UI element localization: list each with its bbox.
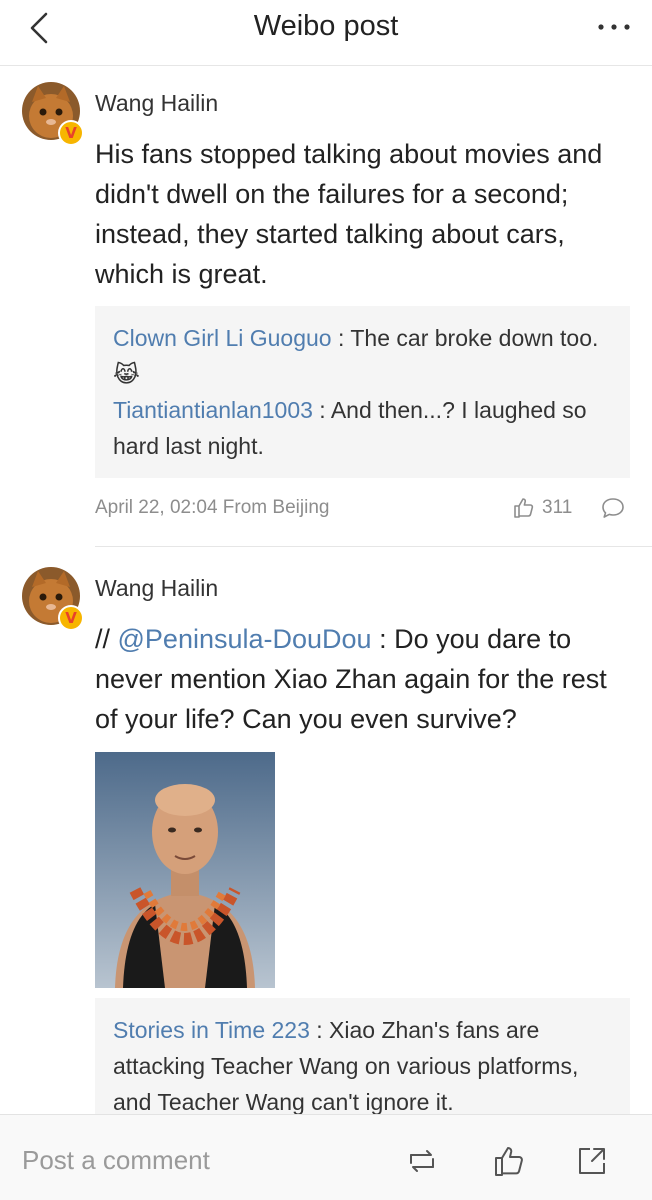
verified-badge-icon: V <box>58 605 84 631</box>
comment-preview[interactable]: Stories in Time 223 : Xiao Zhan's fans a… <box>95 998 630 1114</box>
more-button[interactable] <box>594 12 634 42</box>
avatar[interactable]: V <box>22 567 84 631</box>
comment-user[interactable]: Tiantiantianlan1003 <box>113 397 313 423</box>
more-dots-icon <box>598 24 630 30</box>
divider <box>95 546 652 547</box>
repost-button[interactable] <box>404 1143 440 1179</box>
username[interactable]: Wang Hailin <box>95 575 218 602</box>
post-text: His fans stopped talking about movies an… <box>95 139 603 289</box>
mention-link[interactable]: @Peninsula-DouDou <box>118 624 372 654</box>
comment-item: Tiantiantianlan1003 : And then...? I lau… <box>113 397 587 459</box>
repost-icon <box>410 1150 434 1172</box>
like-count: 311 <box>542 497 573 518</box>
post-meta: April 22, 02:04 From Beijing <box>95 497 330 518</box>
share-button[interactable] <box>574 1143 610 1179</box>
comment-input[interactable]: Post a comment <box>22 1145 210 1176</box>
post-image[interactable] <box>95 752 275 988</box>
bottom-bar: Post a comment <box>0 1114 652 1200</box>
username[interactable]: Wang Hailin <box>95 90 218 117</box>
like-icon <box>495 1147 523 1176</box>
thumbs-up-icon <box>514 498 534 518</box>
comment-text: The car broke down too. <box>350 325 599 351</box>
post-text: // @Peninsula-DouDou : Do you dare to ne… <box>95 624 607 734</box>
comment-item: Clown Girl Li Guoguo : The car broke dow… <box>113 325 599 387</box>
comment-preview[interactable]: Clown Girl Li Guoguo : The car broke dow… <box>95 306 630 478</box>
like-button[interactable] <box>492 1143 528 1179</box>
man-portrait-image <box>95 752 275 988</box>
top-bar: Weibo post <box>0 0 652 66</box>
laughing-cat-emoji: 😹 <box>113 361 140 387</box>
comment-user[interactable]: Clown Girl Li Guoguo <box>113 325 332 351</box>
verified-badge-icon: V <box>58 120 84 146</box>
share-icon <box>579 1148 605 1174</box>
comment-bubble-icon <box>602 498 624 518</box>
comment-item: Stories in Time 223 : Xiao Zhan's fans a… <box>113 1017 579 1114</box>
comment-user[interactable]: Stories in Time 223 <box>113 1017 310 1043</box>
page-title: Weibo post <box>253 10 399 42</box>
avatar[interactable]: V <box>22 82 84 146</box>
like-button[interactable]: 311 <box>512 496 572 520</box>
comment-button[interactable] <box>600 496 626 525</box>
